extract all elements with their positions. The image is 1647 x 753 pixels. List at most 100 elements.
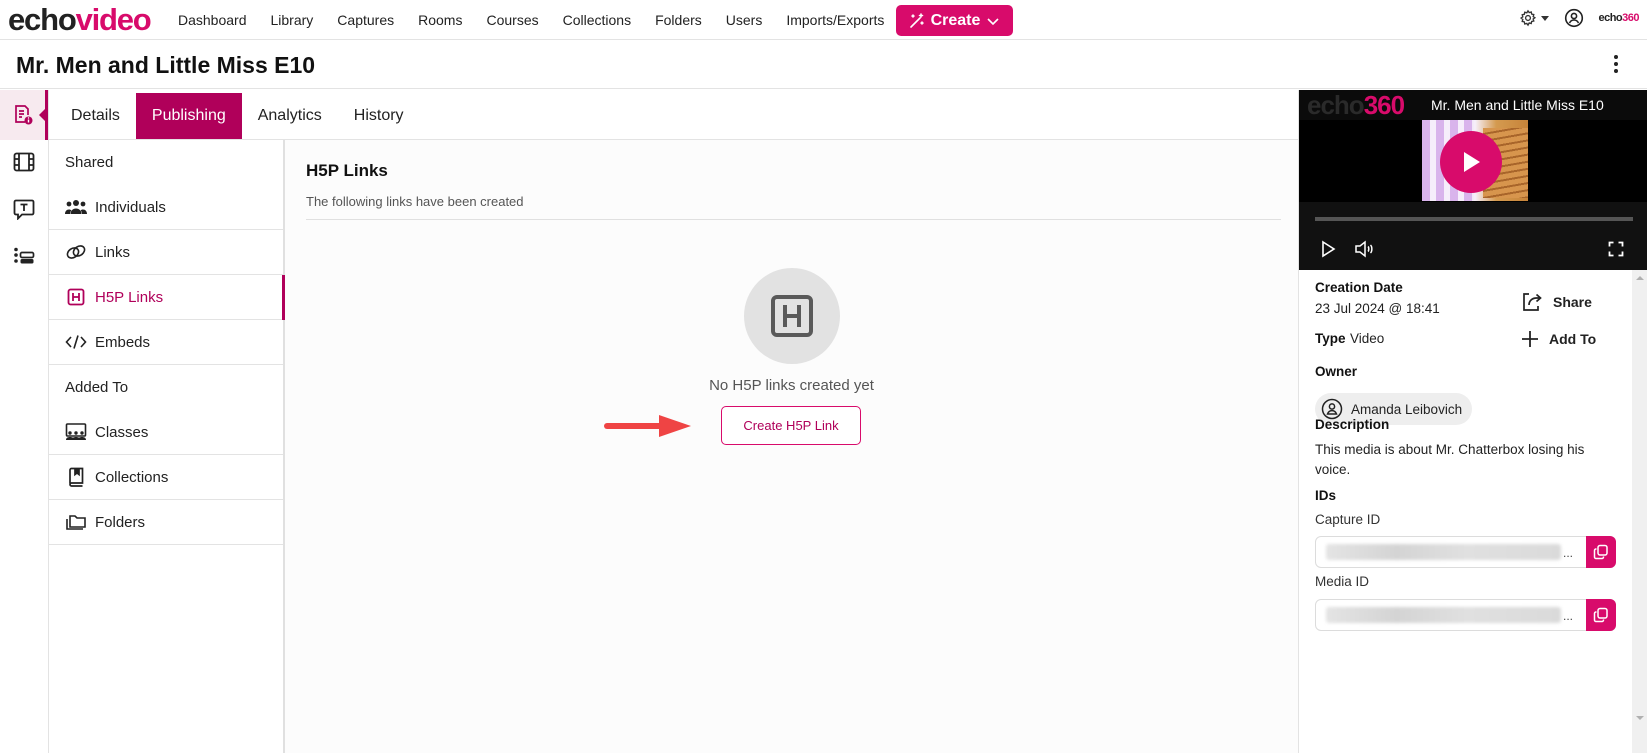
add-to-label: Add To (1549, 331, 1597, 347)
list-icon (13, 247, 35, 265)
tab-details[interactable]: Details (55, 93, 136, 139)
nav-imports-exports[interactable]: Imports/Exports (786, 12, 884, 28)
subnav-links[interactable]: Links (49, 230, 283, 275)
play-outline-icon (1320, 240, 1336, 258)
rail-media[interactable] (0, 137, 48, 187)
capture-id-value-redacted (1326, 544, 1561, 560)
subnav-embeds-label: Embeds (95, 333, 151, 351)
rail-chapters[interactable] (0, 231, 48, 281)
copy-capture-id-button[interactable] (1586, 536, 1616, 568)
nav-courses[interactable]: Courses (486, 12, 538, 28)
nav-collections[interactable]: Collections (563, 12, 631, 28)
nav-captures[interactable]: Captures (337, 12, 394, 28)
main-nav: Dashboard Library Captures Rooms Courses… (178, 0, 908, 40)
copy-icon (1593, 544, 1609, 560)
play-overlay-button[interactable] (1440, 131, 1502, 193)
code-icon (65, 334, 87, 350)
transcript-icon (13, 198, 35, 220)
tab-bar: Details Publishing Analytics History (55, 93, 420, 139)
player-title: Mr. Men and Little Miss E10 (1431, 97, 1604, 113)
nav-folders[interactable]: Folders (655, 12, 702, 28)
subnav-classes[interactable]: Classes (49, 410, 283, 455)
publishing-subnav: Shared Individuals Links H5P Links Embed… (49, 140, 285, 753)
nav-library[interactable]: Library (271, 12, 314, 28)
panel-title: H5P Links (306, 161, 388, 180)
create-button[interactable]: Create (896, 5, 1013, 36)
copy-media-id-button[interactable] (1586, 599, 1616, 631)
share-button[interactable]: Share (1521, 292, 1592, 312)
scroll-up-arrow-icon[interactable] (1636, 276, 1644, 280)
empty-state-text: No H5P links created yet (709, 377, 874, 394)
player-header: echo360 Mr. Men and Little Miss E10 (1299, 90, 1647, 120)
chevron-down-icon (986, 14, 1000, 28)
creation-date-label: Creation Date (1315, 280, 1403, 295)
fullscreen-icon (1608, 241, 1624, 257)
subnav-embeds[interactable]: Embeds (49, 320, 283, 365)
subnav-classes-label: Classes (95, 423, 149, 441)
settings-menu[interactable] (1519, 9, 1550, 27)
user-account-icon[interactable] (1564, 8, 1584, 28)
media-info-panel: echo360 Mr. Men and Little Miss E10 Crea… (1298, 90, 1647, 753)
create-h5p-link-button[interactable]: Create H5P Link (721, 406, 861, 445)
subnav-individuals[interactable]: Individuals (49, 185, 283, 230)
subnav-folders[interactable]: Folders (49, 500, 283, 545)
subnav-individuals-label: Individuals (95, 198, 166, 216)
people-icon (65, 199, 87, 215)
subnav-links-label: Links (95, 243, 131, 261)
echovideo-logo[interactable]: echovideo (8, 2, 152, 38)
tab-history[interactable]: History (338, 93, 420, 139)
scroll-down-arrow-icon[interactable] (1636, 716, 1644, 720)
nav-dashboard[interactable]: Dashboard (178, 12, 247, 28)
owner-name: Amanda Leibovich (1351, 401, 1463, 417)
gear-icon (1519, 9, 1537, 27)
media-id-field[interactable]: ... (1315, 599, 1616, 631)
copy-icon (1593, 607, 1609, 623)
film-icon (13, 152, 35, 172)
details-scrollbar[interactable] (1632, 270, 1647, 753)
play-button[interactable] (1313, 236, 1343, 262)
panel-divider (306, 219, 1281, 220)
section-shared: Shared (65, 154, 114, 171)
h5p-large-icon (770, 294, 814, 338)
capture-id-field[interactable]: ... (1315, 536, 1616, 568)
echo360-logo: echo360 (1598, 12, 1639, 24)
type-label: Type (1315, 331, 1346, 346)
media-id-value-redacted (1326, 607, 1561, 623)
subnav-collections-label: Collections (95, 468, 169, 486)
title-bar: Mr. Men and Little Miss E10 (0, 40, 1647, 89)
book-icon (65, 467, 87, 487)
subnav-folders-label: Folders (95, 513, 146, 531)
classroom-icon (65, 423, 87, 441)
nav-users[interactable]: Users (726, 12, 763, 28)
more-options-icon[interactable] (1613, 54, 1619, 74)
player-echo360-logo: echo360 (1307, 90, 1405, 120)
fullscreen-button[interactable] (1601, 236, 1631, 262)
link-icon (65, 243, 87, 261)
h5p-icon (65, 288, 87, 306)
annotation-arrow-icon (603, 413, 693, 439)
subnav-collections[interactable]: Collections (49, 455, 283, 500)
type-value: Video (1349, 331, 1385, 346)
icon-rail (0, 90, 49, 753)
creation-date-value: 23 Jul 2024 @ 18:41 (1315, 301, 1440, 316)
play-icon (1459, 149, 1483, 175)
page-title: Mr. Men and Little Miss E10 (16, 52, 316, 78)
magic-wand-icon (909, 12, 925, 29)
add-to-button[interactable]: Add To (1521, 330, 1596, 348)
capture-id-label: Capture ID (1315, 512, 1381, 527)
nav-rooms[interactable]: Rooms (418, 12, 462, 28)
description-text: This media is about Mr. Chatterbox losin… (1315, 442, 1585, 477)
subnav-h5p-links-label: H5P Links (95, 288, 164, 306)
subnav-h5p-links[interactable]: H5P Links (49, 275, 285, 320)
caret-down-icon (1540, 14, 1550, 22)
volume-icon (1354, 240, 1374, 258)
rail-transcript[interactable] (0, 184, 48, 234)
volume-button[interactable] (1349, 236, 1379, 262)
ids-label: IDs (1315, 488, 1337, 503)
owner-label: Owner (1315, 364, 1358, 379)
tab-analytics[interactable]: Analytics (242, 93, 338, 139)
tab-publishing[interactable]: Publishing (135, 93, 242, 139)
rail-media-details[interactable] (0, 90, 48, 140)
progress-bar[interactable] (1315, 217, 1633, 221)
empty-state-badge (744, 268, 840, 364)
